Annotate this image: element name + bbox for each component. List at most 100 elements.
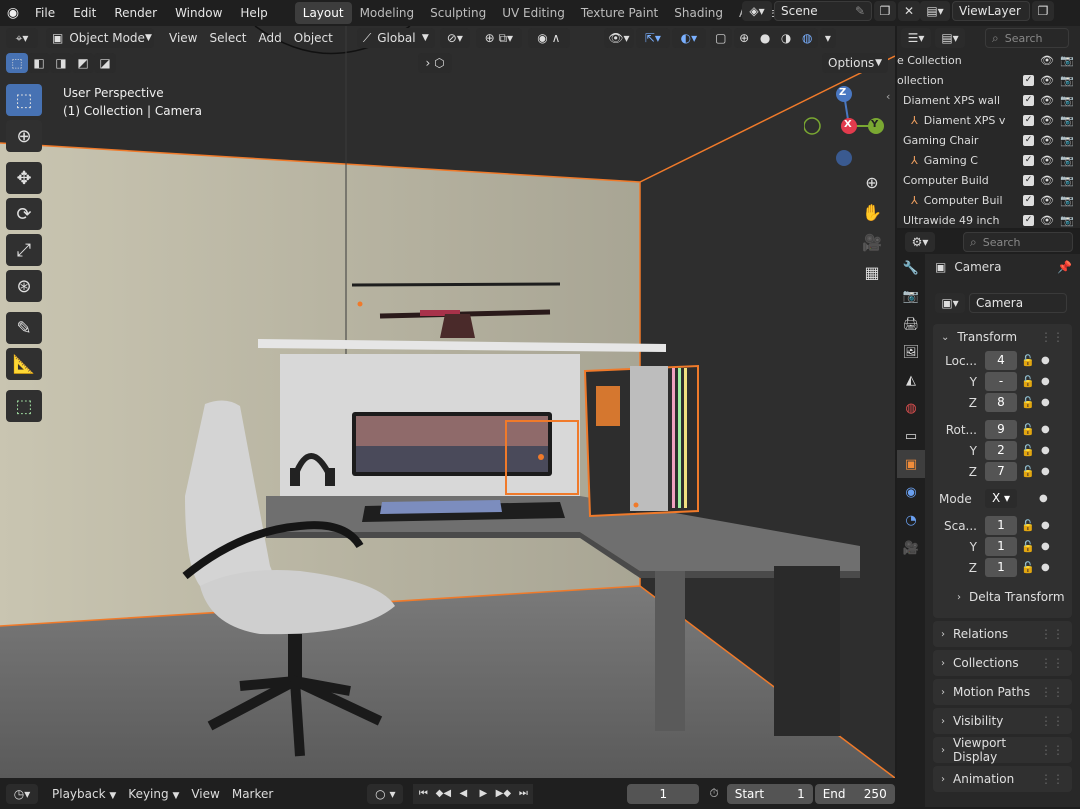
overlay-toggle-icon[interactable]: ◐▾ xyxy=(671,28,706,48)
rotation-x-field[interactable]: 9 xyxy=(985,420,1017,439)
panel-header[interactable]: › Relations ⋮⋮ xyxy=(933,621,1072,647)
render-camera-icon[interactable]: 📷 xyxy=(1060,114,1074,127)
location-x-field[interactable]: 4 xyxy=(985,351,1017,370)
exclude-checkbox-icon[interactable]: ✓ xyxy=(1023,134,1034,146)
eye-icon[interactable]: 👁 xyxy=(1040,214,1054,227)
menu-help[interactable]: Help xyxy=(231,6,276,20)
tool-tab-icon[interactable]: 🔧 xyxy=(897,254,925,282)
outliner-item[interactable]: ollection ✓ 👁 📷 xyxy=(897,70,1080,90)
eye-icon[interactable]: 👁 xyxy=(1040,94,1054,107)
world-tab-icon[interactable]: ◍ xyxy=(897,394,925,422)
modifier-tab-icon[interactable]: ◉ xyxy=(897,478,925,506)
scale-z-field[interactable]: 1 xyxy=(985,558,1017,577)
viewlayer-icon[interactable]: ▤▾ xyxy=(920,1,950,21)
shading-options-icon[interactable]: ▾ xyxy=(819,28,836,48)
output-tab-icon[interactable]: 🖨 xyxy=(897,310,925,338)
object-type-icon[interactable]: ▣▾ xyxy=(935,293,965,313)
outliner-search-input[interactable]: ⌕ Search xyxy=(985,28,1069,48)
panel-animation[interactable]: › Animation ⋮⋮ xyxy=(933,766,1072,792)
auto-keying-icon[interactable]: ○ ▾ xyxy=(367,783,404,804)
jump-start-icon[interactable]: ⏮ xyxy=(413,783,434,804)
editor-type-icon[interactable]: ⌖▾ xyxy=(6,28,38,48)
new-scene-icon[interactable]: ❐ xyxy=(874,1,896,21)
object-name-field[interactable]: Camera xyxy=(969,293,1067,313)
lock-icon[interactable]: 🔓 xyxy=(1021,465,1037,478)
keyframe-dot-icon[interactable]: ● xyxy=(1041,466,1050,477)
menu-select[interactable]: Select xyxy=(203,28,252,48)
render-tab-icon[interactable]: 📷 xyxy=(897,282,925,310)
prev-keyframe-icon[interactable]: ◆◀ xyxy=(433,783,454,804)
outliner-item[interactable]: Computer Build ✓ 👁 📷 xyxy=(897,170,1080,190)
panel-header[interactable]: › Animation ⋮⋮ xyxy=(933,766,1072,792)
scale-y-field[interactable]: 1 xyxy=(985,537,1017,556)
render-camera-icon[interactable]: 📷 xyxy=(1060,54,1074,67)
collection-tab-icon[interactable]: ▭ xyxy=(897,422,925,450)
tab-layout[interactable]: Layout xyxy=(294,2,352,24)
outliner-item[interactable]: Gaming Chair ✓ 👁 📷 xyxy=(897,130,1080,150)
select-extend-icon[interactable]: ◧ xyxy=(28,53,50,73)
lock-icon[interactable]: 🔓 xyxy=(1021,561,1037,574)
blender-logo-icon[interactable]: ◉ xyxy=(0,5,26,21)
tab-shading[interactable]: Shading xyxy=(666,2,731,24)
panel-motion-paths[interactable]: › Motion Paths ⋮⋮ xyxy=(933,679,1072,705)
menu-keying[interactable]: Keying ▼ xyxy=(122,787,185,801)
material-shading-icon[interactable]: ◑ xyxy=(781,31,791,45)
object-tab-icon[interactable]: ▣ xyxy=(897,450,925,478)
end-frame-field[interactable]: End 250 xyxy=(814,783,895,804)
select-new-icon[interactable]: ⬚ xyxy=(6,53,28,73)
transform-header[interactable]: ⌄ Transform ⋮⋮ xyxy=(933,324,1072,350)
stopwatch-icon[interactable]: ⏱ xyxy=(709,786,718,801)
panel-relations[interactable]: › Relations ⋮⋮ xyxy=(933,621,1072,647)
filter-icon[interactable]: ▤▾ xyxy=(935,28,965,48)
start-frame-field[interactable]: Start 1 xyxy=(726,783,813,804)
next-keyframe-icon[interactable]: ▶◆ xyxy=(493,783,514,804)
drag-handle-icon[interactable]: ⋮⋮ xyxy=(1040,714,1064,728)
tab-sculpting[interactable]: Sculpting xyxy=(422,2,494,24)
render-camera-icon[interactable]: 📷 xyxy=(1060,94,1074,107)
eye-icon[interactable]: 👁 xyxy=(1040,54,1054,67)
menu-playback[interactable]: Playback ▼ xyxy=(46,787,122,801)
keyframe-dot-icon[interactable]: ● xyxy=(1041,376,1050,387)
scene-type-icon[interactable]: ◈▾ xyxy=(742,1,772,21)
render-camera-icon[interactable]: 📷 xyxy=(1060,174,1074,187)
drag-handle-icon[interactable]: ⋮⋮ xyxy=(1040,330,1064,344)
cursor-tool[interactable]: ⊕ xyxy=(6,120,42,152)
lock-icon[interactable]: 🔓 xyxy=(1021,354,1037,367)
lock-icon[interactable]: 🔓 xyxy=(1021,540,1037,553)
scene-field[interactable]: Scene ✎ xyxy=(774,1,872,21)
select-subtract-icon[interactable]: ◨ xyxy=(50,53,72,73)
measure-tool[interactable]: 📐 xyxy=(6,348,42,380)
eye-icon[interactable]: 👁 xyxy=(1040,74,1054,87)
scale-tool[interactable]: ⤢ xyxy=(6,234,42,266)
keyframe-dot-icon[interactable]: ● xyxy=(1041,445,1050,456)
outliner-item[interactable]: Diament XPS wall ✓ 👁 📷 xyxy=(897,90,1080,110)
mode-dropdown[interactable]: ▣ Object Mode ▼ xyxy=(46,28,154,48)
3d-viewport[interactable]: ⌖▾ ▣ Object Mode ▼ View Select Add Object … xyxy=(0,26,895,778)
add-cube-tool[interactable]: ⬚ xyxy=(6,390,42,422)
menu-add[interactable]: Add xyxy=(253,28,288,48)
physics-tab-icon[interactable]: ◔ xyxy=(897,506,925,534)
menu-edit[interactable]: Edit xyxy=(64,6,105,20)
exclude-checkbox-icon[interactable]: ✓ xyxy=(1023,74,1034,86)
keyframe-dot-icon[interactable]: ● xyxy=(1039,493,1048,504)
navigation-gizmo[interactable]: Z X Y xyxy=(803,86,886,168)
tab-uv-editing[interactable]: UV Editing xyxy=(494,2,573,24)
delta-transform-header[interactable]: › Delta Transform xyxy=(933,584,1072,610)
outliner-item[interactable]: e Collection 👁 📷 xyxy=(897,50,1080,70)
play-reverse-icon[interactable]: ◀ xyxy=(453,783,474,804)
scale-x-field[interactable]: 1 xyxy=(985,516,1017,535)
xray-icon[interactable]: ▢ xyxy=(709,28,732,48)
rotate-tool[interactable]: ⟳ xyxy=(6,198,42,230)
render-camera-icon[interactable]: 📷 xyxy=(1060,74,1074,87)
rotation-z-field[interactable]: 7 xyxy=(985,462,1017,481)
location-z-field[interactable]: 8 xyxy=(985,393,1017,412)
exclude-checkbox-icon[interactable]: ✓ xyxy=(1023,174,1034,186)
panel-header[interactable]: › Visibility ⋮⋮ xyxy=(933,708,1072,734)
outliner-item[interactable]: ⅄ Computer Buil ✓ 👁 📷 xyxy=(897,190,1080,210)
delete-scene-icon[interactable]: ✕ xyxy=(898,1,920,21)
eye-icon[interactable]: 👁 xyxy=(1040,194,1054,207)
collapse-toggle[interactable]: › ⬡ xyxy=(418,53,452,73)
lock-icon[interactable]: 🔓 xyxy=(1021,375,1037,388)
sidebar-toggle-icon[interactable]: ‹ xyxy=(886,90,890,103)
display-mode-icon[interactable]: ☰▾ xyxy=(901,28,931,48)
